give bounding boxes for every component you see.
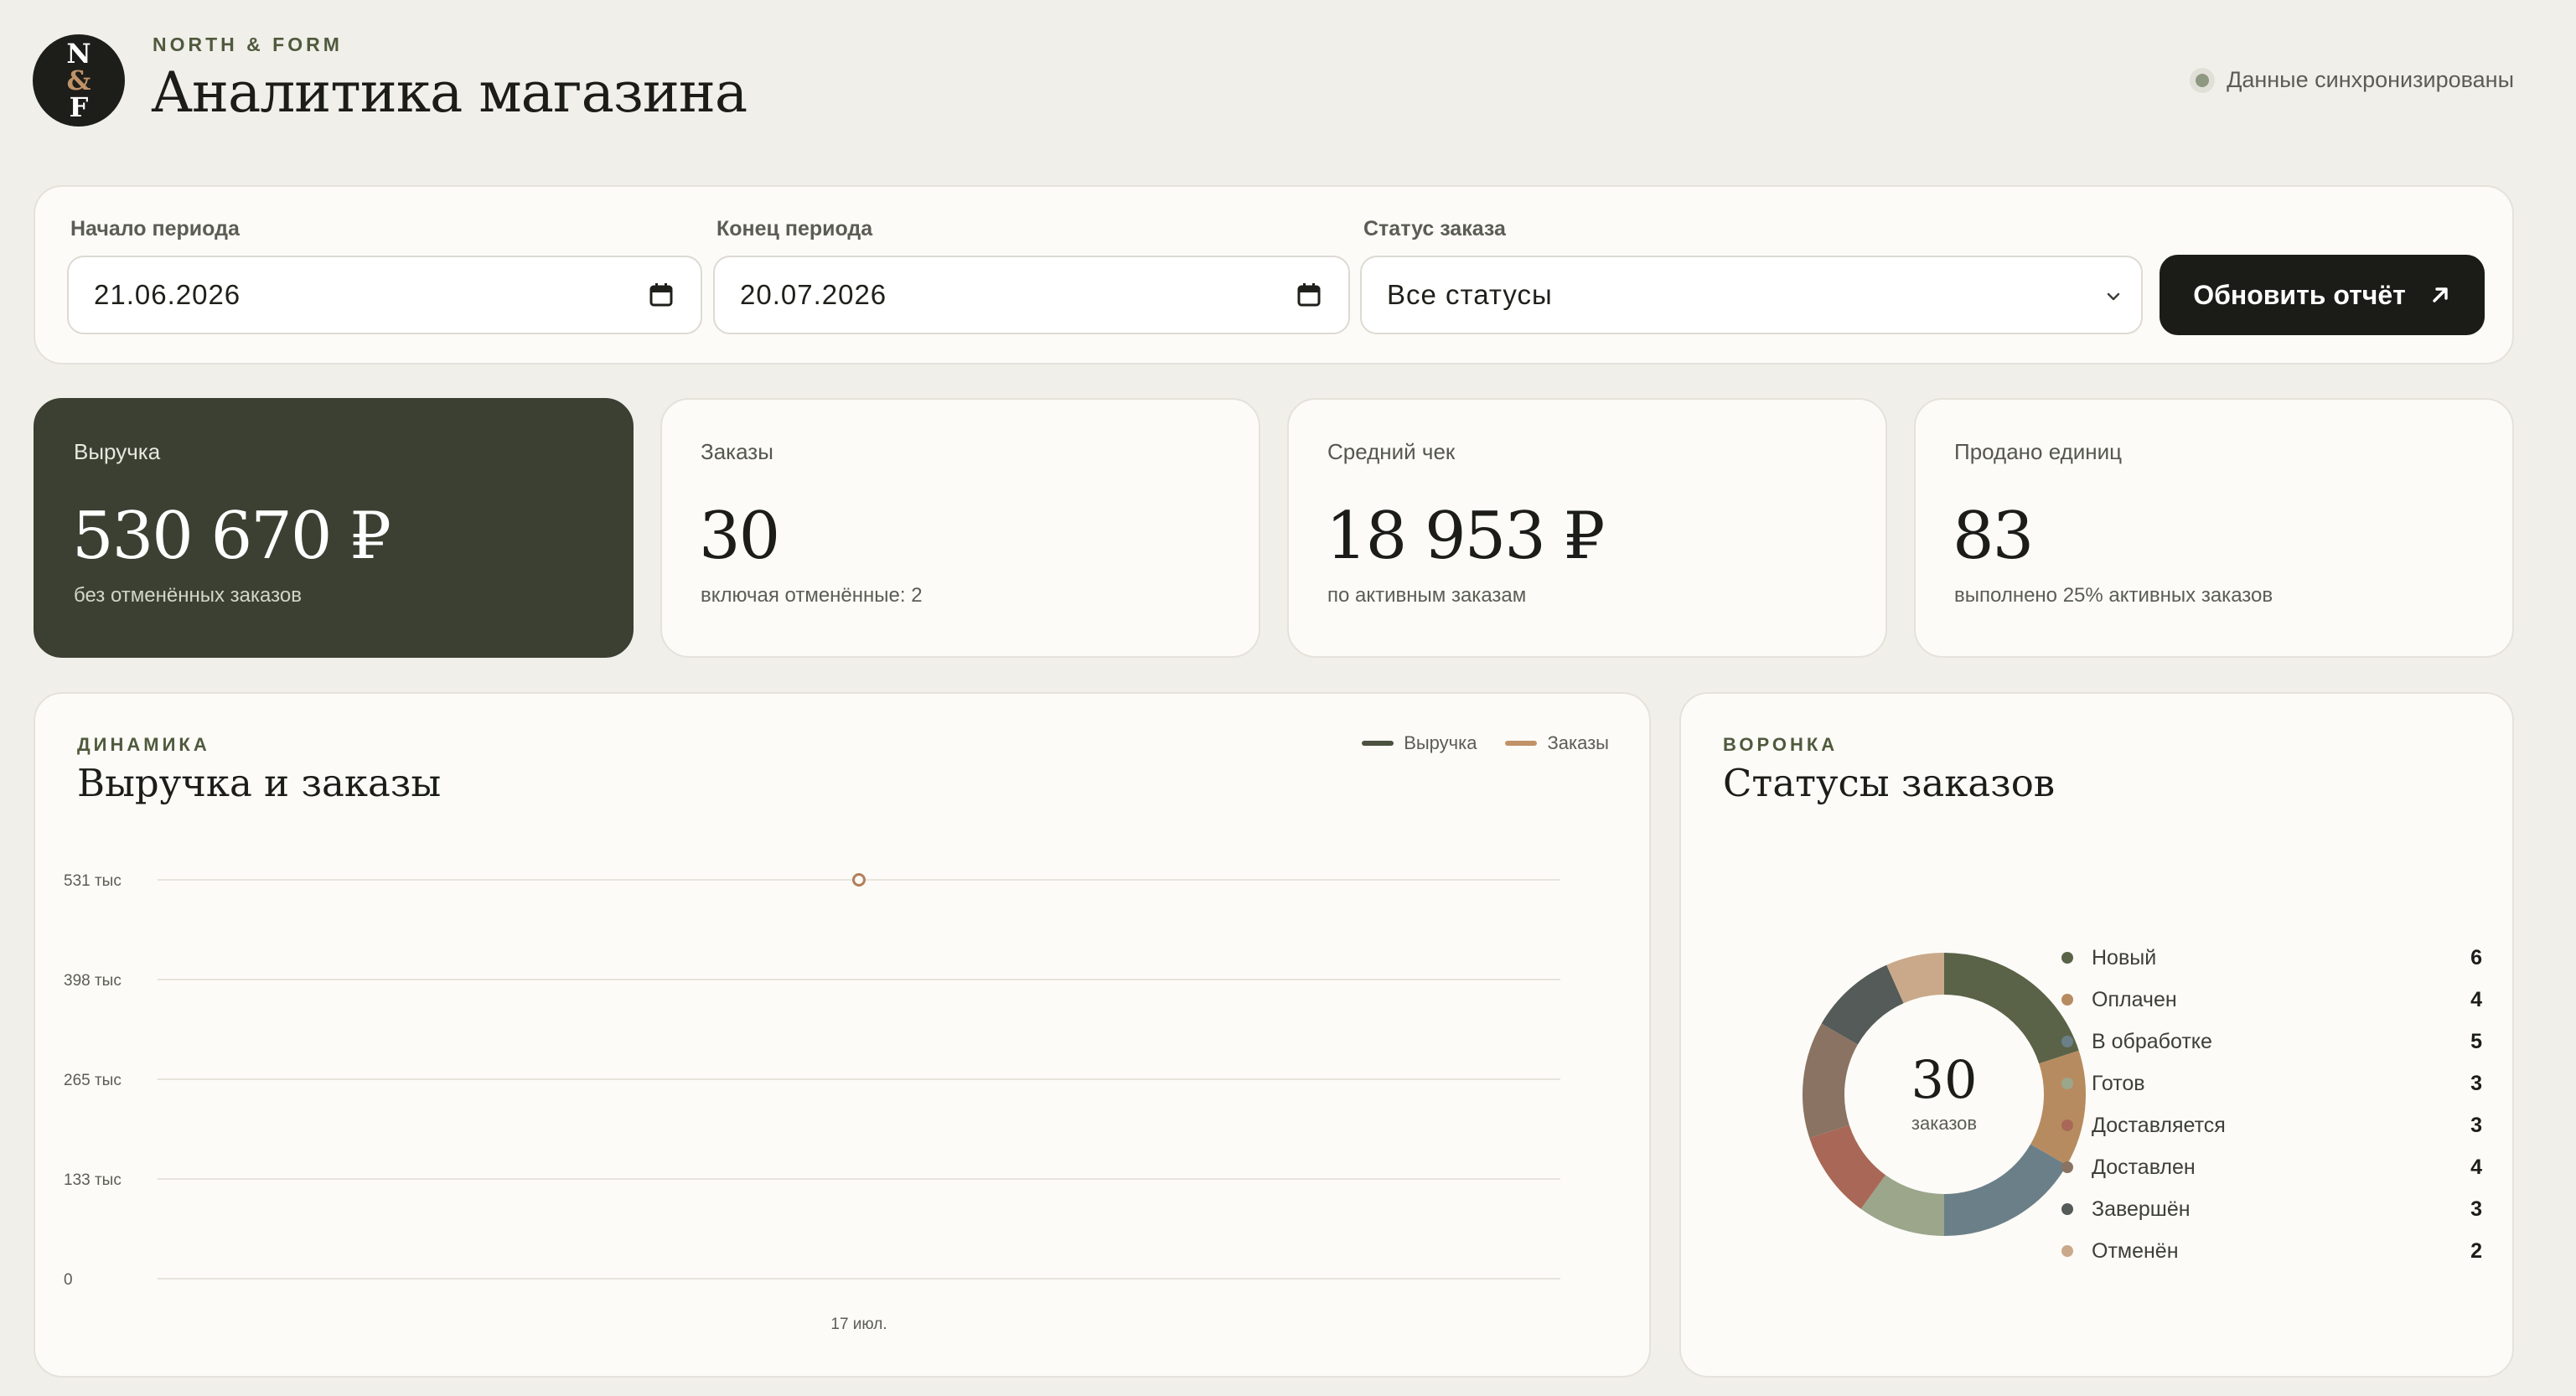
end-date-label: Конец периода: [716, 217, 873, 240]
kpi-note: без отменённых заказов: [74, 584, 302, 607]
status-row: Оплачен 4: [2058, 979, 2482, 1021]
start-date-value: 21.06.2026: [94, 279, 241, 310]
status-row: Новый 6: [2058, 937, 2482, 979]
end-date-value: 20.07.2026: [740, 279, 887, 310]
status-count: 2: [2470, 1238, 2482, 1263]
status-count: 3: [2470, 1197, 2482, 1221]
kpi-label: Продано единиц: [1954, 439, 2123, 464]
kpi-value: 18 953 ₽: [1326, 499, 1605, 574]
status-name: Доставляется: [2092, 1113, 2226, 1137]
donut-center-value: 30: [1911, 1049, 1978, 1110]
status-name: Завершён: [2092, 1197, 2191, 1221]
kpi-note: выполнено 25% активных заказов: [1954, 584, 2273, 607]
status-count: 5: [2470, 1029, 2482, 1053]
kpi-label: Заказы: [701, 439, 773, 464]
start-date-label: Начало периода: [70, 217, 240, 240]
donut-slice: [1821, 964, 1905, 1046]
status-dot-icon: [2061, 1119, 2073, 1131]
status-select[interactable]: Все статусы: [1360, 256, 2143, 334]
status-name: Новый: [2092, 945, 2157, 969]
status-dot-icon: [2061, 1078, 2073, 1089]
donut-slice: [1860, 1174, 1945, 1236]
sync-status-dot-icon: [2190, 67, 2216, 93]
status-dot-icon: [2061, 994, 2073, 1006]
refresh-report-button[interactable]: Обновить отчёт: [2160, 255, 2485, 335]
status-row: В обработке 5: [2058, 1021, 2482, 1063]
status-name: В обработке: [2092, 1029, 2212, 1053]
revenue-orders-line-chart: 531 тыс 398 тыс 265 тыс 133 тыс 0 17 июл.: [64, 872, 1560, 1333]
donut-slice: [1886, 953, 1945, 1004]
y-tick-label: 531 тыс: [64, 872, 122, 890]
y-tick-label: 398 тыс: [64, 972, 122, 990]
arrow-up-right-icon: [2433, 287, 2448, 302]
status-row: Готов 3: [2058, 1063, 2482, 1104]
kpi-label: Выручка: [74, 439, 161, 464]
status-dot-icon: [2061, 1203, 2073, 1215]
sync-status: Данные синхронизированы: [2190, 67, 2514, 93]
kpi-note: включая отменённые: 2: [701, 584, 923, 607]
status-row: Завершён 3: [2058, 1188, 2482, 1230]
donut-slice: [1803, 1023, 1859, 1139]
status-count: 4: [2470, 987, 2482, 1011]
kpi-note: по активным заказам: [1327, 584, 1527, 607]
status-name: Отменён: [2092, 1238, 2179, 1263]
revenue-data-point: [852, 873, 866, 887]
start-date-input[interactable]: 21.06.2026: [67, 256, 702, 334]
logo-letter-f: F: [69, 91, 89, 123]
kpi-value: 83: [1953, 499, 2034, 574]
y-tick-label: 265 тыс: [64, 1072, 122, 1089]
status-count: 3: [2470, 1071, 2482, 1095]
logo-letter-n: N: [66, 38, 91, 70]
filter-panel: Начало периода 21.06.2026 Конец периода …: [34, 185, 2514, 365]
sync-status-text: Данные синхронизированы: [2227, 67, 2514, 92]
end-date-input[interactable]: 20.07.2026: [713, 256, 1350, 334]
kpi-card-orders: Заказы 30 включая отменённые: 2: [660, 398, 1260, 658]
status-name: Доставлен: [2092, 1155, 2196, 1179]
logo-ampersand: &: [66, 65, 91, 96]
status-dot-icon: [2061, 1245, 2073, 1257]
page-title: Аналитика магазина: [151, 60, 747, 125]
status-name: Готов: [2092, 1071, 2145, 1095]
dynamics-card: ДИНАМИКА Выручка и заказы Выручка Заказы…: [34, 692, 1651, 1378]
donut-slice: [1943, 953, 2079, 1064]
brand-logo: N & F: [33, 34, 125, 127]
kpi-label: Средний чек: [1327, 439, 1456, 464]
status-count: 6: [2470, 945, 2482, 969]
status-select-value: Все статусы: [1387, 279, 1553, 310]
donut-slice: [1809, 1125, 1886, 1209]
status-legend-list: Новый 6 Оплачен 4 В обработке 5 Готов 3 Доставля…: [2058, 937, 2482, 1272]
status-dot-icon: [2061, 1036, 2073, 1047]
kpi-card-units-sold: Продано единиц 83 выполнено 25% активных…: [1914, 398, 2514, 658]
kpi-card-revenue: Выручка 530 670 ₽ без отменённых заказов: [34, 398, 634, 658]
kpi-value: 530 670 ₽: [72, 499, 391, 574]
calendar-icon[interactable]: [649, 282, 674, 308]
status-name: Оплачен: [2092, 987, 2177, 1011]
status-dot-icon: [2061, 1161, 2073, 1173]
status-row: Доставлен 4: [2058, 1146, 2482, 1188]
brand-name: NORTH & FORM: [153, 34, 343, 55]
kpi-value: 30: [699, 499, 780, 574]
donut-slice: [1943, 1143, 2067, 1236]
x-tick-label: 17 июл.: [830, 1316, 887, 1333]
chevron-down-icon: [2107, 292, 2120, 301]
status-select-label: Статус заказа: [1363, 217, 1506, 240]
refresh-report-label: Обновить отчёт: [2193, 279, 2406, 310]
y-tick-label: 0: [64, 1271, 73, 1289]
status-row: Доставляется 3: [2058, 1104, 2482, 1146]
status-count: 4: [2470, 1155, 2482, 1179]
calendar-icon[interactable]: [1296, 282, 1322, 308]
status-count: 3: [2470, 1113, 2482, 1137]
funnel-card: ВОРОНКА Статусы заказов 30 заказов Новый…: [1679, 692, 2514, 1378]
kpi-card-average-check: Средний чек 18 953 ₽ по активным заказам: [1287, 398, 1887, 658]
status-dot-icon: [2061, 952, 2073, 964]
y-tick-label: 133 тыс: [64, 1171, 122, 1189]
status-row: Отменён 2: [2058, 1230, 2482, 1272]
donut-center-label: заказов: [1911, 1113, 1978, 1134]
